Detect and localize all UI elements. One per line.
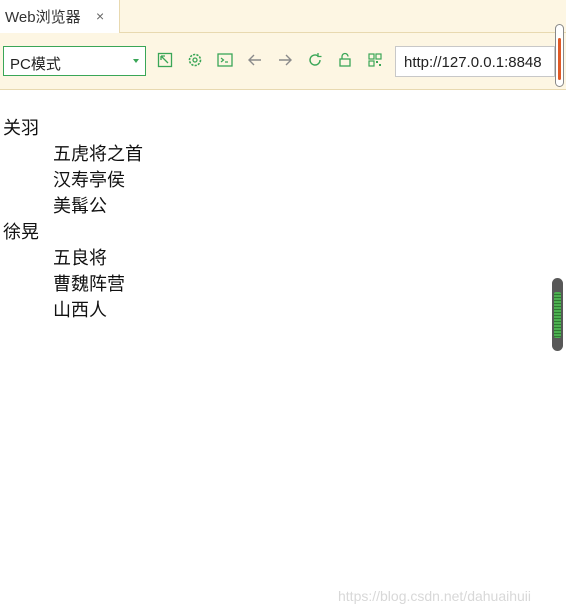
tab-title: Web浏览器 bbox=[5, 9, 81, 26]
tab-web-browser[interactable]: Web浏览器 × bbox=[0, 0, 120, 33]
lock-icon[interactable] bbox=[336, 51, 354, 69]
scroll-grip[interactable] bbox=[554, 292, 561, 338]
forward-icon[interactable] bbox=[276, 51, 294, 69]
item-name: 徐晃 bbox=[3, 222, 39, 243]
mode-select[interactable]: PC模式 bbox=[3, 46, 146, 76]
page-content: 关羽 五虎将之首 汉寿亭侯 美髯公 徐晃 五良将 曹魏阵营 山西人 bbox=[0, 90, 566, 614]
item-detail: 曹魏阵营 bbox=[53, 274, 125, 295]
qr-icon[interactable] bbox=[366, 51, 384, 69]
item-detail: 山西人 bbox=[53, 300, 107, 321]
item-detail: 美髯公 bbox=[53, 196, 107, 217]
url-input[interactable]: http://127.0.0.1:8848 bbox=[395, 46, 555, 77]
back-icon[interactable] bbox=[246, 51, 264, 69]
close-icon[interactable]: × bbox=[96, 8, 104, 24]
chevron-down-icon bbox=[133, 59, 139, 63]
resize-icon[interactable] bbox=[156, 51, 174, 69]
console-icon[interactable] bbox=[216, 51, 234, 69]
mode-select-value: PC模式 bbox=[10, 56, 61, 73]
refresh-icon[interactable] bbox=[306, 51, 324, 69]
item-detail: 五良将 bbox=[53, 248, 107, 269]
toolbar: PC模式 http://127.0.0.1:8848 bbox=[0, 24, 566, 90]
tab-bar: Web浏览器 × bbox=[0, 0, 566, 33]
watermark: https://blog.csdn.net/dahuaihuii bbox=[338, 588, 532, 604]
item-detail: 五虎将之首 bbox=[53, 144, 143, 165]
item-detail: 汉寿亭侯 bbox=[53, 170, 125, 191]
toolbar-scroll-thumb[interactable] bbox=[558, 38, 561, 80]
gear-icon[interactable] bbox=[186, 51, 204, 69]
toolbar-scrollbar[interactable] bbox=[555, 24, 564, 87]
item-name: 关羽 bbox=[3, 118, 39, 139]
page-scrollbar[interactable] bbox=[552, 278, 563, 351]
url-text: http://127.0.0.1:8848 bbox=[404, 54, 542, 71]
